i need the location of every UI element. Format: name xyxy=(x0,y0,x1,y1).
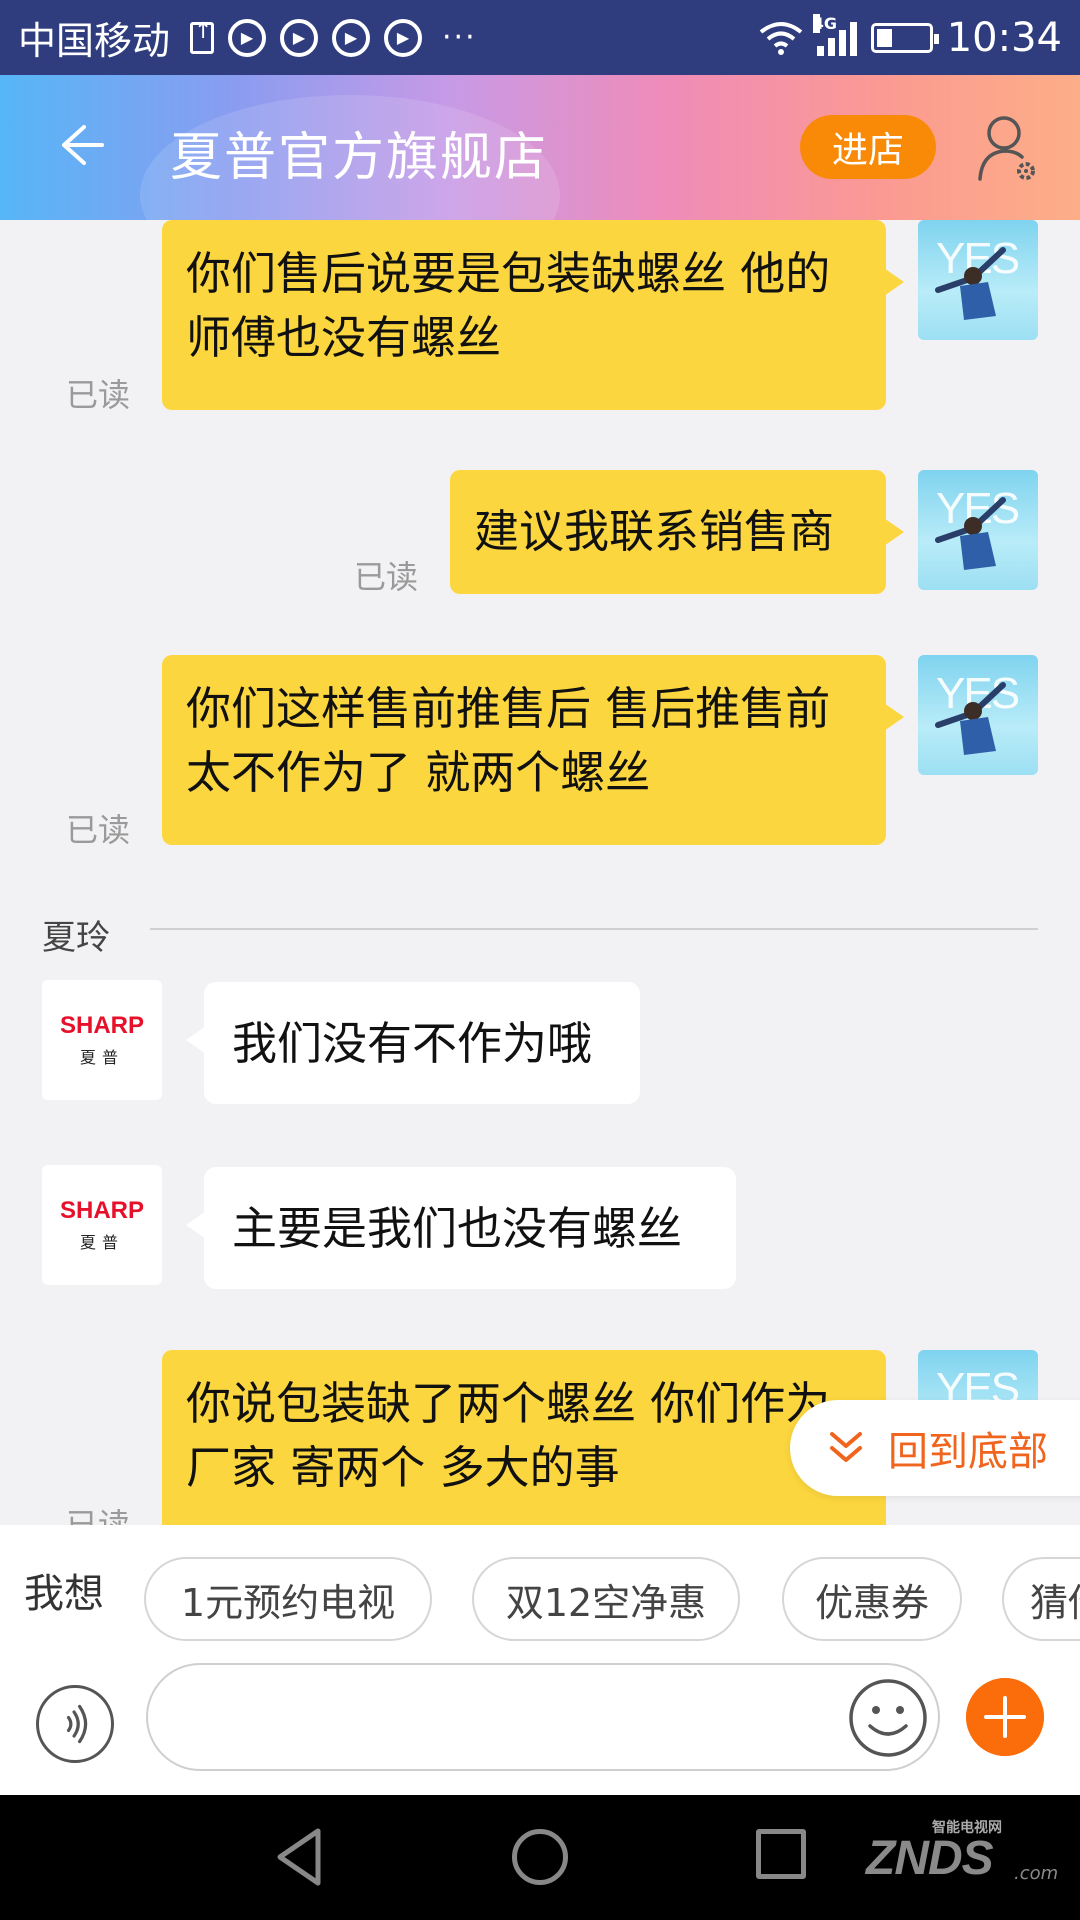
user-avatar[interactable]: YES xyxy=(918,655,1038,775)
play-icon: ▶ xyxy=(228,18,267,57)
read-status: 已读 xyxy=(354,558,419,596)
suggestion-chip[interactable]: 猜你 xyxy=(1002,1557,1080,1641)
message-text: 你们售后说要是包装缺螺丝 他的师傅也没有螺丝 xyxy=(186,247,831,364)
enter-store-button[interactable]: 进店 xyxy=(800,115,936,179)
back-arrow-icon[interactable] xyxy=(50,115,110,175)
read-status: 已读 xyxy=(66,376,131,414)
watermark-logo: 智能电视网 ZNDS .com xyxy=(866,1817,1058,1897)
nav-recent-apps-icon[interactable] xyxy=(756,1829,806,1879)
shop-avatar[interactable]: SHARP 夏普 xyxy=(42,980,162,1100)
system-nav-bar: 智能电视网 ZNDS .com xyxy=(0,1795,1080,1920)
brand-logo-cn: 夏普 xyxy=(79,1233,124,1252)
brand-logo-cn: 夏普 xyxy=(79,1048,124,1067)
scroll-to-bottom-label: 回到底部 xyxy=(888,1429,1048,1475)
chat-screen: 中国移动 ▶ ▶ ▶ ▶ ··· 4G xyxy=(0,0,1080,1920)
chat-header: 夏普官方旗舰店 进店 xyxy=(0,75,1080,220)
message-text: 主要是我们也没有螺丝 xyxy=(232,1202,683,1255)
signal-icon: 4G xyxy=(812,13,857,56)
double-chevron-down-icon xyxy=(830,1432,862,1462)
suggestion-chip[interactable]: 优惠券 xyxy=(782,1557,962,1641)
message-input[interactable] xyxy=(146,1663,940,1771)
play-icon: ▶ xyxy=(332,18,371,57)
shop-title: 夏普官方旗舰店 xyxy=(170,128,549,188)
person-icon xyxy=(935,497,1006,570)
upload-icon xyxy=(190,19,215,54)
quick-suggestions-label: 我想 xyxy=(24,1571,104,1617)
battery-icon xyxy=(870,22,939,53)
user-settings-icon[interactable] xyxy=(976,113,1040,185)
clock: 10:34 xyxy=(946,14,1062,61)
play-icon: ▶ xyxy=(384,18,423,57)
read-status: 已读 xyxy=(66,811,131,849)
brand-logo: SHARP xyxy=(59,1012,144,1039)
play-icon: ▶ xyxy=(280,18,319,57)
message-list[interactable]: 你们售后说要是包装缺螺丝 他的师傅也没有螺丝 已读 YES 建议我联系销售商 已… xyxy=(0,220,1080,1525)
message-text: 我们没有不作为哦 xyxy=(232,1017,593,1070)
divider xyxy=(150,928,1038,930)
status-left: 中国移动 ▶ ▶ ▶ ▶ ··· xyxy=(18,10,477,65)
outgoing-message[interactable]: 你们售后说要是包装缺螺丝 他的师傅也没有螺丝 xyxy=(162,220,904,410)
brand-logo: SHARP xyxy=(59,1197,144,1224)
person-icon xyxy=(935,682,1006,755)
shop-avatar[interactable]: SHARP 夏普 xyxy=(42,1165,162,1285)
quick-suggestions-bar: 我想 1元预约电视 双12空净惠 优惠券 猜你 xyxy=(0,1525,1080,1655)
message-input-bar xyxy=(0,1655,1080,1795)
nav-home-icon[interactable] xyxy=(512,1829,568,1885)
user-avatar[interactable]: YES xyxy=(918,220,1038,340)
carrier-name: 中国移动 xyxy=(18,19,171,63)
watermark-text: ZNDS xyxy=(866,1832,994,1885)
message-text: 你们这样售前推售后 售后推售前 太不作为了 就两个螺丝 xyxy=(186,682,831,799)
status-right: 4G 10:34 xyxy=(759,13,1062,61)
more-notifications-icon: ··· xyxy=(442,20,477,55)
emoji-icon[interactable] xyxy=(848,1678,928,1758)
watermark-suffix: .com xyxy=(1014,1863,1059,1884)
suggestion-chip[interactable]: 双12空净惠 xyxy=(472,1557,740,1641)
incoming-message[interactable]: 主要是我们也没有螺丝 xyxy=(186,1167,736,1289)
message-text: 你说包装缺了两个螺丝 你们作为厂家 寄两个 多大的事 xyxy=(186,1377,831,1494)
user-avatar[interactable]: YES xyxy=(918,470,1038,590)
voice-input-icon[interactable] xyxy=(36,1685,114,1763)
wifi-icon xyxy=(759,21,802,55)
agent-name: 夏玲 xyxy=(42,918,110,958)
nav-back-icon[interactable] xyxy=(270,1825,330,1889)
status-bar: 中国移动 ▶ ▶ ▶ ▶ ··· 4G xyxy=(0,0,1080,75)
message-text: 建议我联系销售商 xyxy=(474,505,835,558)
network-type: 4G xyxy=(812,13,837,33)
outgoing-message[interactable]: 你说包装缺了两个螺丝 你们作为厂家 寄两个 多大的事 xyxy=(162,1350,904,1525)
outgoing-message[interactable]: 建议我联系销售商 xyxy=(450,470,904,594)
outgoing-message[interactable]: 你们这样售前推售后 售后推售前 太不作为了 就两个螺丝 xyxy=(162,655,904,845)
person-icon xyxy=(935,247,1006,320)
plus-icon[interactable] xyxy=(966,1678,1044,1756)
incoming-message[interactable]: 我们没有不作为哦 xyxy=(186,982,640,1104)
scroll-to-bottom-button[interactable]: 回到底部 xyxy=(790,1400,1080,1496)
read-status: 已读 xyxy=(66,1506,131,1525)
suggestion-chip[interactable]: 1元预约电视 xyxy=(144,1557,432,1641)
